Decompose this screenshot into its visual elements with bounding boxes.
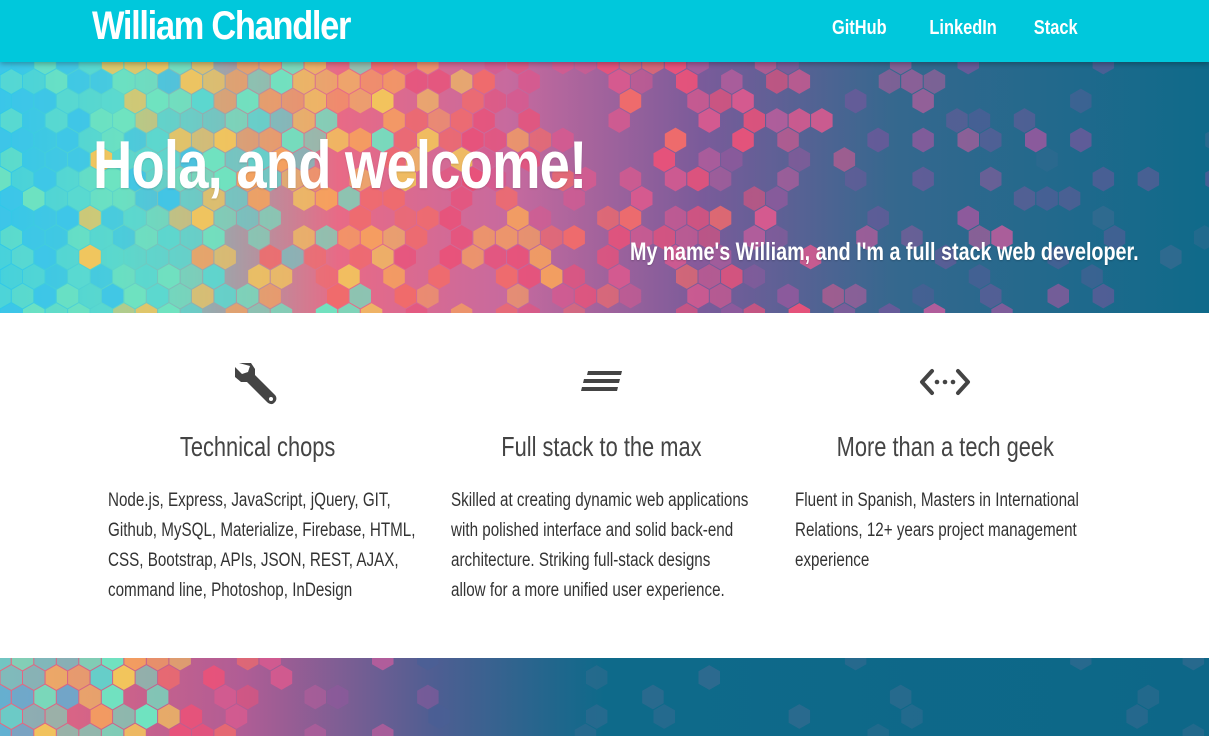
feature-description: Fluent in Spanish, Masters in Internatio…: [795, 490, 1079, 571]
nav-links: GitHub LinkedIn Stack: [822, 17, 1086, 40]
feature-description: Skilled at creating dynamic web applicat…: [451, 490, 749, 601]
nav-link-github[interactable]: GitHub: [828, 17, 889, 40]
navbar: William Chandler GitHub LinkedIn Stack: [0, 0, 1209, 62]
hero-title: Hola, and welcome!: [93, 127, 587, 203]
nav-link-stack[interactable]: Stack: [1030, 17, 1080, 40]
hero-banner: Hola, and welcome! My name's William, an…: [0, 62, 1209, 313]
features-section: Technical chops Node.js, Express, JavaSc…: [0, 313, 1209, 658]
brand-logo[interactable]: William Chandler: [92, 4, 351, 49]
code-arrows-icon: [920, 369, 970, 395]
bottom-banner: [0, 658, 1209, 736]
hexagon-pattern-background: [0, 658, 1205, 736]
feature-title: Technical chops: [180, 431, 336, 462]
feature-title: More than a tech geek: [836, 431, 1054, 462]
stacked-lines-icon: [581, 371, 622, 391]
feature-title: Full stack to the max: [500, 431, 702, 462]
wrench-icon: [235, 363, 277, 405]
hero-subtitle: My name's William, and I'm a full stack …: [630, 238, 1139, 266]
nav-link-linkedin[interactable]: LinkedIn: [927, 17, 1001, 40]
feature-description: Node.js, Express, JavaScript, jQuery, GI…: [108, 490, 416, 601]
